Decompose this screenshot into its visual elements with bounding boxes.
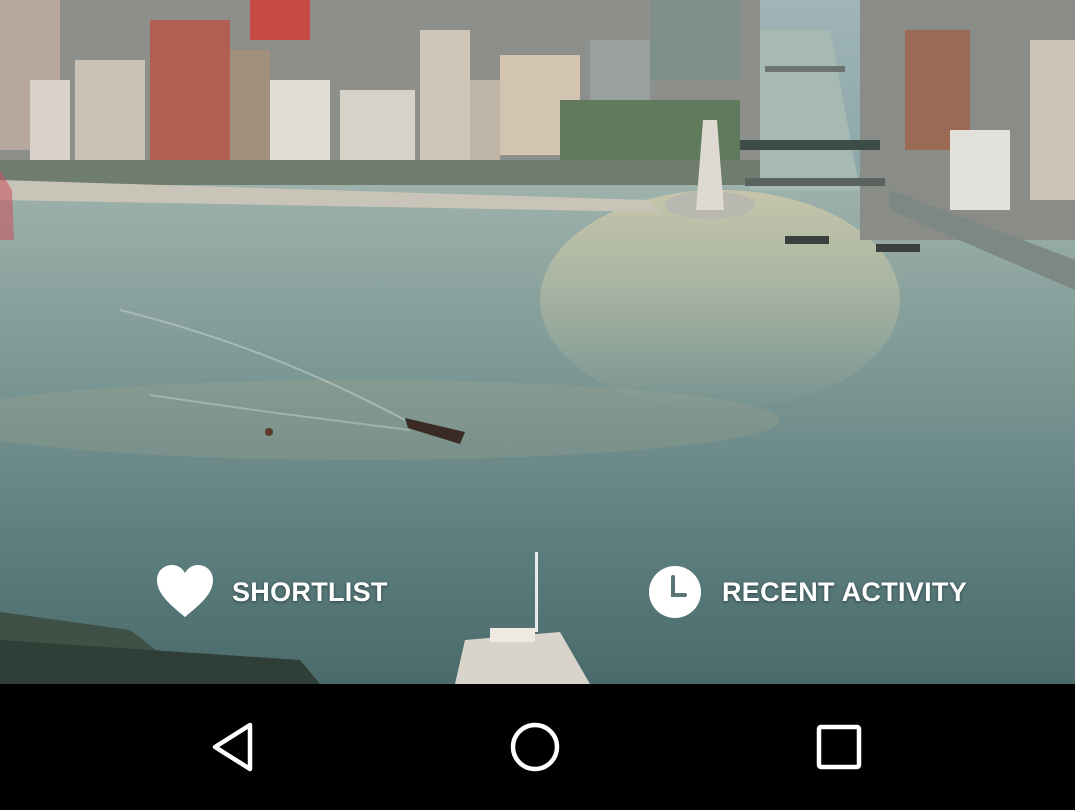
app-screen: SHORTLIST RECENT ACTIVITY <box>0 0 1075 810</box>
quick-links-divider <box>535 552 538 632</box>
shortlist-label: SHORTLIST <box>232 576 388 607</box>
heart-icon <box>156 564 214 620</box>
back-button[interactable] <box>198 712 268 782</box>
home-button[interactable] <box>500 712 570 782</box>
recents-square-icon <box>816 724 862 770</box>
quick-links-bar: SHORTLIST RECENT ACTIVITY <box>0 552 1075 632</box>
shortlist-button[interactable]: SHORTLIST <box>156 552 388 632</box>
system-navigation-bar <box>0 684 1075 810</box>
clock-icon <box>646 564 704 620</box>
recent-activity-button[interactable]: RECENT ACTIVITY <box>646 552 967 632</box>
recent-activity-label: RECENT ACTIVITY <box>722 576 968 607</box>
home-circle-icon <box>510 722 560 772</box>
back-triangle-icon <box>212 722 253 772</box>
recents-button[interactable] <box>804 712 874 782</box>
